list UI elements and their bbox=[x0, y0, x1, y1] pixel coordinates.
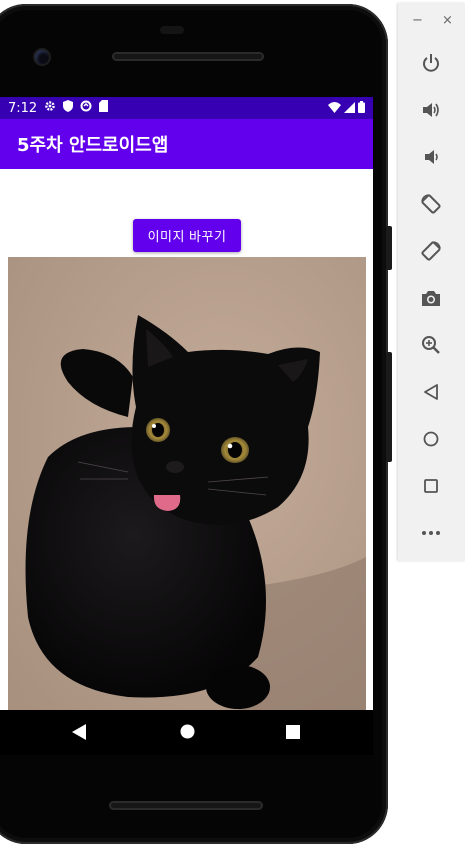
home-nav-icon[interactable] bbox=[180, 724, 195, 743]
cat-image bbox=[8, 257, 366, 710]
device-screen: 7:12 5주차 안드로이드앱 이미지 바꾸기 bbox=[0, 97, 373, 755]
data-saver-icon bbox=[80, 100, 92, 116]
status-bar: 7:12 bbox=[0, 97, 373, 119]
status-time: 7:12 bbox=[8, 100, 38, 116]
back-icon[interactable] bbox=[416, 377, 446, 407]
top-sensor bbox=[160, 26, 184, 34]
overview-nav-icon[interactable] bbox=[286, 724, 300, 743]
home-icon[interactable] bbox=[416, 424, 446, 454]
camera-icon[interactable] bbox=[416, 283, 446, 313]
overview-icon[interactable] bbox=[416, 471, 446, 501]
main-content: 이미지 바꾸기 bbox=[0, 169, 373, 710]
side-button-power[interactable] bbox=[386, 352, 392, 462]
cat-photo-svg bbox=[8, 257, 366, 710]
wifi-icon bbox=[328, 101, 341, 117]
rotate-left-icon[interactable] bbox=[416, 189, 446, 219]
power-icon[interactable] bbox=[416, 48, 446, 78]
more-icon[interactable] bbox=[416, 518, 446, 548]
navigation-bar bbox=[0, 710, 373, 755]
minimize-button[interactable]: − bbox=[412, 13, 423, 28]
app-title: 5주차 안드로이드앱 bbox=[17, 135, 169, 156]
sd-card-icon bbox=[99, 100, 109, 116]
zoom-icon[interactable] bbox=[416, 330, 446, 360]
volume-up-icon[interactable] bbox=[416, 95, 446, 125]
shield-icon bbox=[63, 100, 74, 116]
rotate-right-icon[interactable] bbox=[416, 236, 446, 266]
settings-icon bbox=[44, 100, 56, 116]
side-button-volume[interactable] bbox=[386, 226, 392, 270]
app-bar: 5주차 안드로이드앱 bbox=[0, 119, 373, 169]
earpiece-speaker bbox=[112, 52, 264, 61]
front-camera bbox=[35, 50, 49, 64]
bottom-speaker bbox=[109, 801, 263, 810]
close-button[interactable]: × bbox=[442, 13, 453, 28]
signal-icon bbox=[344, 101, 355, 117]
back-nav-icon[interactable] bbox=[72, 724, 86, 744]
change-image-button[interactable]: 이미지 바꾸기 bbox=[133, 219, 241, 252]
battery-icon bbox=[358, 101, 365, 117]
emulator-toolbar: − × bbox=[398, 3, 465, 561]
volume-down-icon[interactable] bbox=[416, 142, 446, 172]
